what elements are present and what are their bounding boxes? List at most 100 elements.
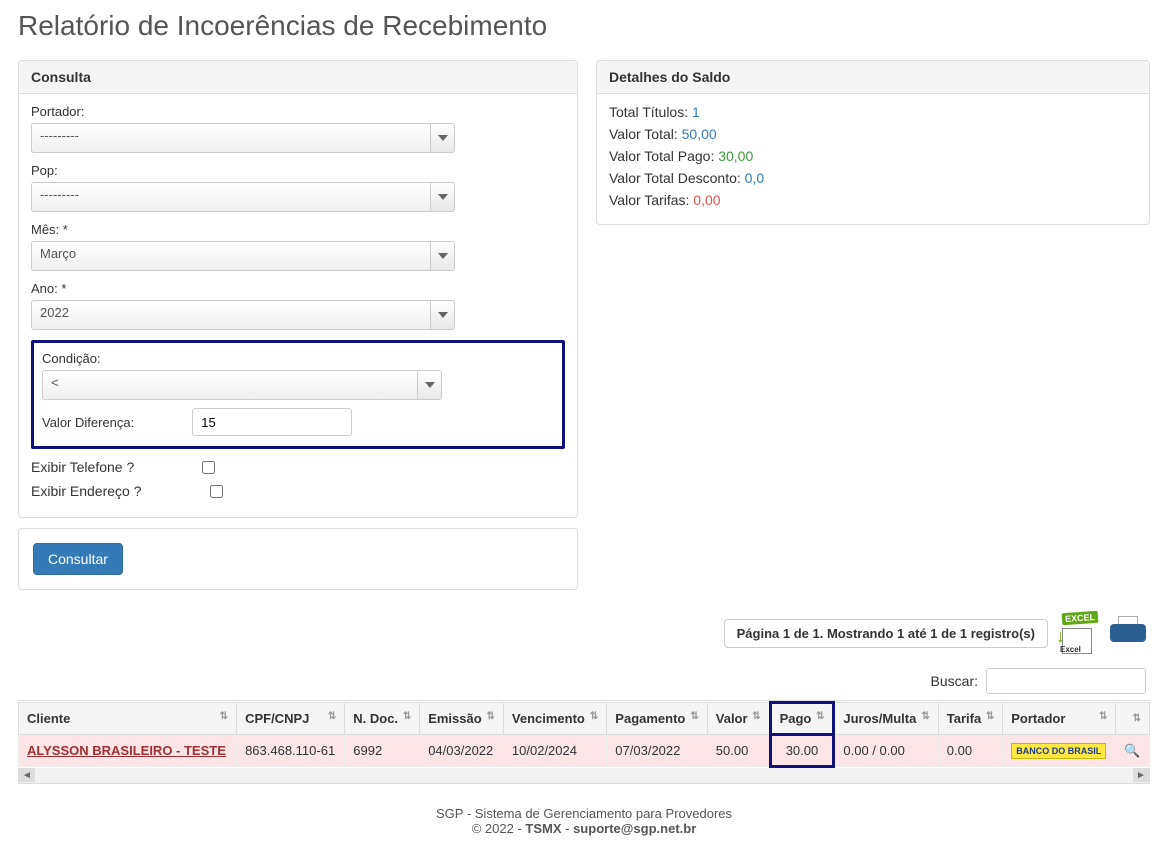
th-tarifa-label: Tarifa	[947, 711, 981, 726]
exibir-telefone-checkbox[interactable]	[202, 461, 215, 474]
horizontal-scrollbar[interactable]: ◄ ►	[18, 768, 1150, 784]
condicao-dropdown-btn[interactable]	[418, 370, 442, 400]
sort-icon: ⇅	[487, 711, 495, 722]
excel-icon-top: EXCEL	[1062, 611, 1099, 625]
th-valor[interactable]: Valor⇅	[707, 703, 770, 735]
mes-dropdown-btn[interactable]	[431, 241, 455, 271]
th-ndoc-label: N. Doc.	[353, 711, 398, 726]
cell-pagamento: 07/03/2022	[607, 735, 707, 767]
th-pago[interactable]: Pago ⇅	[770, 703, 834, 735]
consulta-heading: Consulta	[19, 61, 577, 94]
th-cpf-label: CPF/CNPJ	[245, 711, 309, 726]
valor-total-desconto-label: Valor Total Desconto:	[609, 170, 745, 186]
exibir-telefone-label: Exibir Telefone ?	[31, 459, 134, 475]
search-input[interactable]	[986, 668, 1146, 694]
portador-dropdown-btn[interactable]	[431, 123, 455, 153]
excel-icon-label: Excel	[1060, 645, 1081, 654]
table-row: ALYSSON BRASILEIRO - TESTE 863.468.110-6…	[19, 735, 1150, 767]
consulta-panel: Consulta Portador: --------- Pop: ------…	[18, 60, 578, 518]
th-pagamento[interactable]: Pagamento⇅	[607, 703, 707, 735]
th-actions: ⇅	[1116, 703, 1150, 735]
consultar-button[interactable]: Consultar	[33, 543, 123, 575]
th-cliente-label: Cliente	[27, 711, 70, 726]
ano-label: Ano: *	[31, 281, 565, 296]
cell-pago: 30.00	[770, 735, 834, 767]
th-ndoc[interactable]: N. Doc.⇅	[345, 703, 420, 735]
consultar-panel: Consultar	[18, 528, 578, 590]
footer: SGP - Sistema de Gerenciamento para Prov…	[18, 806, 1150, 836]
download-arrow-icon: ↓	[1056, 626, 1065, 647]
valor-tarifas-value: 0,00	[693, 192, 720, 208]
sort-icon: ⇅	[921, 711, 929, 722]
footer-email[interactable]: suporte@sgp.net.br	[573, 821, 696, 836]
printer-body-icon	[1110, 624, 1146, 642]
results-table: Cliente⇅ CPF/CNPJ⇅ N. Doc.⇅ Emissão⇅ Ven…	[18, 701, 1150, 768]
exibir-endereco-checkbox[interactable]	[210, 485, 223, 498]
cell-cpf: 863.468.110-61	[237, 735, 345, 767]
mes-label: Mês: *	[31, 222, 565, 237]
portador-select[interactable]: ---------	[31, 123, 431, 153]
cell-actions: 🔍	[1116, 735, 1150, 767]
detalhes-heading: Detalhes do Saldo	[597, 61, 1149, 94]
footer-company: TSMX	[525, 821, 561, 836]
chevron-down-icon	[425, 380, 435, 390]
chevron-down-icon	[438, 133, 448, 143]
print-button[interactable]	[1106, 614, 1150, 652]
ano-select[interactable]: 2022	[31, 300, 431, 330]
condicao-label: Condição:	[42, 351, 554, 366]
valor-total-label: Valor Total:	[609, 126, 682, 142]
total-titulos-value: 1	[692, 104, 700, 120]
th-tarifa[interactable]: Tarifa ⇅	[938, 703, 1002, 735]
sort-icon: ⇅	[816, 711, 824, 722]
valor-total-pago-value: 30,00	[718, 148, 753, 164]
th-cliente[interactable]: Cliente ⇅	[19, 703, 237, 735]
chevron-down-icon	[438, 251, 448, 261]
detalhes-panel: Detalhes do Saldo Total Títulos: 1 Valor…	[596, 60, 1150, 225]
cliente-link[interactable]: ALYSSON BRASILEIRO - TESTE	[27, 743, 226, 758]
chevron-down-icon	[438, 192, 448, 202]
valor-total-pago-label: Valor Total Pago:	[609, 148, 718, 164]
results-table-wrap: Cliente⇅ CPF/CNPJ⇅ N. Doc.⇅ Emissão⇅ Ven…	[18, 700, 1150, 768]
mes-select[interactable]: Março	[31, 241, 431, 271]
chevron-down-icon	[438, 310, 448, 320]
condicao-highlight-box: Condição: < Valor Diferença:	[31, 340, 565, 449]
th-cpf[interactable]: CPF/CNPJ ⇅	[237, 703, 345, 735]
th-emissao[interactable]: Emissão ⇅	[420, 703, 504, 735]
ano-dropdown-btn[interactable]	[431, 300, 455, 330]
th-valor-label: Valor	[716, 711, 748, 726]
page-title: Relatório de Incoerências de Recebimento	[18, 10, 1150, 42]
pop-dropdown-btn[interactable]	[431, 182, 455, 212]
exibir-endereco-label: Exibir Endereço ?	[31, 483, 142, 499]
cell-emissao: 04/03/2022	[420, 735, 504, 767]
pop-select[interactable]: ---------	[31, 182, 431, 212]
cell-tarifa: 0.00	[938, 735, 1002, 767]
valor-diferenca-input[interactable]	[192, 408, 352, 436]
footer-copyright: © 2022 -	[472, 821, 526, 836]
magnifier-icon[interactable]: 🔍	[1124, 743, 1140, 758]
cell-portador: BANCO DO BRASIL	[1003, 735, 1116, 767]
sort-icon: ⇅	[328, 711, 336, 722]
th-pago-label: Pago	[780, 711, 812, 726]
valor-diferenca-label: Valor Diferença:	[42, 415, 134, 430]
scroll-right-button[interactable]: ►	[1133, 768, 1149, 782]
th-pagamento-label: Pagamento	[615, 711, 685, 726]
th-portador[interactable]: Portador⇅	[1003, 703, 1116, 735]
pager-info: Página 1 de 1. Mostrando 1 até 1 de 1 re…	[724, 619, 1048, 648]
valor-total-value: 50,00	[682, 126, 717, 142]
footer-line1: SGP - Sistema de Gerenciamento para Prov…	[18, 806, 1150, 821]
scroll-left-button[interactable]: ◄	[19, 768, 35, 782]
sort-icon: ⇅	[1099, 711, 1107, 722]
total-titulos-label: Total Títulos:	[609, 104, 692, 120]
cell-valor: 50.00	[707, 735, 770, 767]
th-vencimento-label: Vencimento	[512, 711, 585, 726]
th-vencimento[interactable]: Vencimento⇅	[503, 703, 606, 735]
condicao-select[interactable]: <	[42, 370, 418, 400]
portador-label: Portador:	[31, 104, 565, 119]
footer-sep: -	[562, 821, 574, 836]
export-excel-button[interactable]: EXCEL ↓ Excel	[1056, 612, 1098, 654]
th-juros-label: Juros/Multa	[843, 711, 916, 726]
sort-icon: ⇅	[986, 711, 994, 722]
sort-icon: ⇅	[220, 711, 228, 722]
th-emissao-label: Emissão	[428, 711, 481, 726]
th-juros[interactable]: Juros/Multa ⇅	[834, 703, 938, 735]
